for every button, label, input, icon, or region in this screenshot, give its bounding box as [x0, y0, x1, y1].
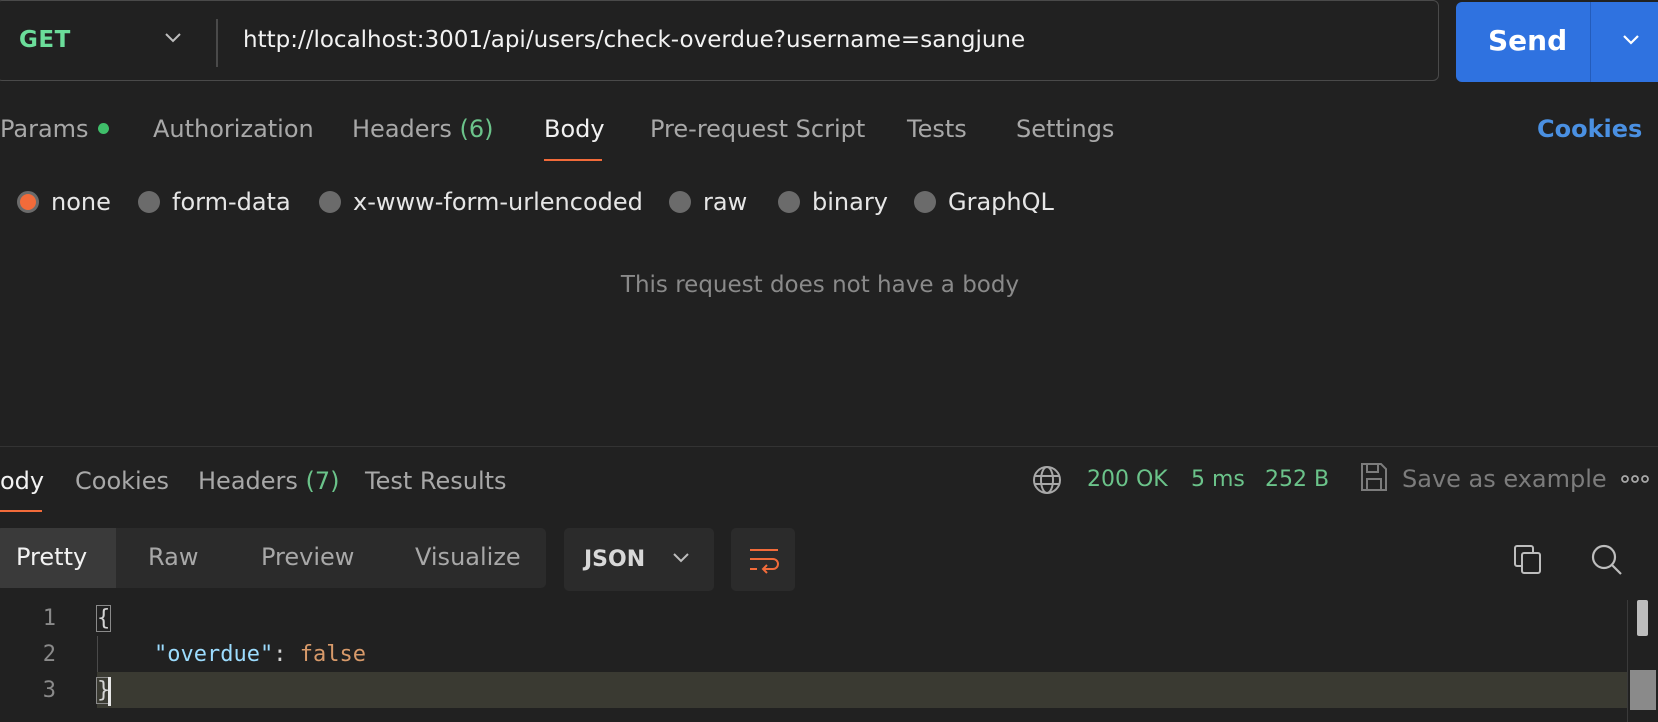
text-cursor: [108, 677, 111, 706]
radio-icon: [138, 191, 160, 213]
chevron-down-icon: [673, 553, 689, 563]
body-type-form-data-label: form-data: [172, 188, 291, 216]
body-type-graphql-label: GraphQL: [948, 188, 1054, 216]
body-type-binary-label: binary: [812, 188, 888, 216]
view-mode-group: Pretty Raw Preview Visualize: [0, 528, 546, 588]
format-select-label: JSON: [584, 547, 646, 572]
line-number: 1: [42, 606, 56, 631]
body-type-binary[interactable]: binary: [778, 187, 888, 217]
response-time[interactable]: 5 ms: [1191, 467, 1245, 492]
current-line-highlight: [97, 672, 1627, 708]
active-tab-underline: [544, 159, 602, 161]
response-tab-cookies[interactable]: Cookies: [75, 467, 169, 495]
response-tab-headers-label: Headers: [198, 467, 298, 495]
tab-tests[interactable]: Tests: [907, 115, 967, 143]
cookies-link[interactable]: Cookies: [1537, 115, 1642, 143]
radio-icon: [319, 191, 341, 213]
json-key: "overdue": [154, 642, 274, 667]
json-value: false: [299, 642, 366, 667]
body-type-graphql[interactable]: GraphQL: [914, 187, 1054, 217]
scrollbar-thumb[interactable]: [1637, 600, 1648, 636]
url-divider: [216, 19, 218, 67]
tab-settings[interactable]: Settings: [1016, 115, 1114, 143]
radio-icon: [778, 191, 800, 213]
url-input[interactable]: http://localhost:3001/api/users/check-ov…: [243, 27, 1025, 53]
format-select[interactable]: JSON: [564, 528, 714, 591]
tab-body[interactable]: Body: [544, 115, 605, 143]
send-label: Send: [1488, 24, 1568, 57]
radio-icon: [914, 191, 936, 213]
json-line-overdue[interactable]: "overdue": false: [154, 642, 366, 667]
view-raw[interactable]: Raw: [148, 543, 198, 571]
body-type-none-label: none: [51, 188, 111, 216]
tab-pre-request-script[interactable]: Pre-request Script: [650, 115, 865, 143]
no-body-message: This request does not have a body: [620, 272, 1020, 298]
save-icon: [1361, 463, 1387, 491]
save-as-example-button[interactable]: Save as example: [1402, 465, 1607, 493]
wrap-lines-icon: [750, 549, 779, 574]
method-select[interactable]: GET: [19, 27, 71, 53]
tab-headers-label: Headers: [352, 115, 452, 143]
radio-icon: [669, 191, 691, 213]
active-response-tab-underline: [0, 510, 42, 512]
response-size[interactable]: 252 B: [1265, 467, 1329, 492]
body-type-form-data[interactable]: form-data: [138, 187, 291, 217]
params-indicator-dot: [97, 123, 109, 134]
send-button[interactable]: Send: [1456, 2, 1658, 82]
response-tab-headers[interactable]: Headers (7): [198, 467, 340, 495]
response-tab-body[interactable]: ody: [0, 467, 44, 495]
globe-icon[interactable]: [1031, 464, 1063, 496]
tab-headers-count: (6): [459, 115, 494, 143]
wrap-lines-button[interactable]: [731, 528, 795, 591]
body-type-raw[interactable]: raw: [669, 187, 747, 217]
tab-params-label: Params: [0, 115, 89, 143]
response-tab-test-results[interactable]: Test Results: [365, 467, 507, 495]
more-horizontal-icon[interactable]: [1620, 472, 1650, 486]
pane-divider[interactable]: [0, 446, 1658, 447]
view-preview[interactable]: Preview: [261, 543, 354, 571]
json-open-brace[interactable]: {: [95, 605, 112, 632]
scrollbar-cursor-marker: [1630, 670, 1656, 710]
line-number: 2: [42, 642, 56, 667]
tab-params[interactable]: Params: [0, 115, 109, 143]
body-type-urlencoded[interactable]: x-www-form-urlencoded: [319, 187, 643, 217]
tab-authorization[interactable]: Authorization: [153, 115, 314, 143]
scrollbar-track[interactable]: [1627, 600, 1628, 722]
view-pretty[interactable]: Pretty: [16, 543, 87, 571]
view-visualize[interactable]: Visualize: [415, 543, 521, 571]
tab-headers[interactable]: Headers (6): [352, 115, 494, 143]
radio-checked-icon: [17, 191, 39, 213]
body-type-urlencoded-label: x-www-form-urlencoded: [353, 188, 643, 216]
send-split-divider: [1590, 2, 1591, 82]
response-tab-headers-count: (7): [305, 467, 340, 495]
chevron-down-icon[interactable]: [1620, 32, 1642, 48]
body-type-raw-label: raw: [703, 188, 748, 216]
line-number: 3: [42, 678, 56, 703]
body-type-none[interactable]: none: [17, 187, 111, 217]
search-icon[interactable]: [1590, 543, 1624, 577]
copy-icon[interactable]: [1512, 543, 1544, 577]
chevron-down-icon[interactable]: [163, 31, 183, 45]
status-code[interactable]: 200 OK: [1087, 467, 1168, 492]
json-colon: :: [273, 642, 300, 667]
request-url-bar: GET http://localhost:3001/api/users/chec…: [0, 0, 1439, 81]
indent-guide: [97, 636, 98, 672]
